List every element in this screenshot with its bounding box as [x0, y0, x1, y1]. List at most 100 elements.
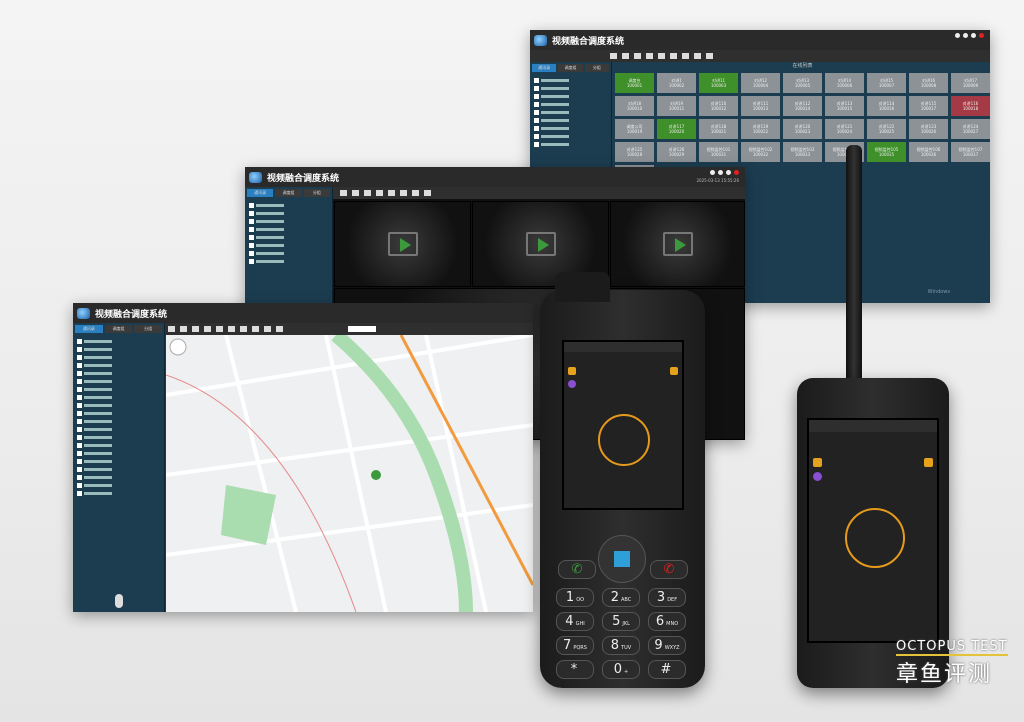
key-7[interactable]: 7 PQRS — [556, 636, 594, 655]
grid-tile[interactable]: 对讲114 100016 — [867, 96, 906, 116]
key-2[interactable]: 2 ABC — [602, 588, 640, 607]
grid-tile[interactable]: 视频监控102 100032 — [741, 142, 780, 162]
grid-tile[interactable]: 调度台 100001 — [615, 73, 654, 93]
tab-split[interactable]: 分组 — [584, 64, 609, 72]
tile-id: 100023 — [794, 129, 811, 134]
grid-tile[interactable]: 对讲15 100007 — [867, 73, 906, 93]
grid-tile[interactable]: 对讲119 100022 — [741, 119, 780, 139]
device-tree[interactable] — [245, 199, 332, 267]
grid-tile[interactable]: 对讲122 100025 — [867, 119, 906, 139]
key-*[interactable]: * — [556, 660, 594, 679]
tile-id: 100002 — [668, 83, 685, 88]
grid-tile[interactable]: 对讲118 100021 — [699, 119, 738, 139]
grid-tile[interactable]: 对讲13 100005 — [783, 73, 822, 93]
device-tree[interactable] — [530, 74, 611, 150]
lock-icon[interactable] — [726, 170, 731, 175]
ptt-button[interactable] — [845, 508, 905, 568]
tile-id: 100026 — [920, 129, 937, 134]
key-6[interactable]: 6 MNO — [648, 612, 686, 631]
key-digit: 3 — [656, 590, 666, 605]
microphone-icon[interactable] — [115, 594, 123, 608]
user-icon[interactable] — [963, 33, 968, 38]
device-tree[interactable] — [73, 335, 164, 499]
tile-id: 100017 — [920, 106, 937, 111]
tab-contacts[interactable]: 通讯录 — [75, 325, 103, 333]
grid-tile[interactable]: 视频监控101 100031 — [699, 142, 738, 162]
key-0[interactable]: 0 + — [602, 660, 640, 679]
grid-tile[interactable]: 对讲110 100012 — [699, 96, 738, 116]
end-call-button[interactable]: ✆ — [650, 560, 688, 579]
grid-tile[interactable]: 视频监控103 100033 — [783, 142, 822, 162]
grid-tile[interactable]: 对讲123 100026 — [909, 119, 948, 139]
tile-id: 100015 — [836, 106, 853, 111]
grid-tile[interactable]: 对讲19 100011 — [657, 96, 696, 116]
tile-id: 100029 — [668, 152, 685, 157]
settings-icon[interactable] — [955, 33, 960, 38]
key-letters: WXYZ — [664, 645, 680, 651]
user-icon[interactable] — [718, 170, 723, 175]
grid-tile[interactable]: 对讲120 100023 — [783, 119, 822, 139]
grid-tile[interactable]: 对讲115 100017 — [909, 96, 948, 116]
grid-tile[interactable]: 视频监控107 100037 — [951, 142, 990, 162]
tile-id: 100024 — [836, 129, 853, 134]
tile-id: 100036 — [920, 152, 937, 157]
power-icon[interactable] — [979, 33, 984, 38]
key-5[interactable]: 5 JKL — [602, 612, 640, 631]
grid-tile[interactable]: 对讲117 100020 — [657, 119, 696, 139]
grid-tile[interactable]: 对讲16 100008 — [909, 73, 948, 93]
tab-split[interactable]: 分组 — [303, 189, 330, 197]
grid-tile[interactable]: 调度公司 100019 — [615, 119, 654, 139]
tab-groups[interactable]: 调度组 — [558, 64, 583, 72]
app-logo-icon — [77, 307, 90, 319]
power-icon[interactable] — [734, 170, 739, 175]
tile-id: 100007 — [878, 83, 895, 88]
tile-id: 100008 — [920, 83, 937, 88]
grid-tile[interactable]: 对讲11 100003 — [699, 73, 738, 93]
key-8[interactable]: 8 TUV — [602, 636, 640, 655]
map-search-input[interactable] — [348, 326, 376, 332]
grid-tile[interactable]: 视频监控106 100036 — [909, 142, 948, 162]
dpad[interactable] — [598, 535, 646, 583]
tile-id: 100003 — [710, 83, 727, 88]
video-cell[interactable] — [610, 201, 745, 287]
phone-screen[interactable] — [562, 340, 684, 510]
tile-id: 100012 — [710, 106, 727, 111]
tile-id: 100009 — [962, 83, 979, 88]
tab-contacts[interactable]: 通讯录 — [532, 64, 557, 72]
grid-tile[interactable]: 对讲14 100006 — [825, 73, 864, 93]
key-4[interactable]: 4 GHI — [556, 612, 594, 631]
video-cell[interactable] — [334, 201, 471, 287]
key-#[interactable]: # — [648, 660, 686, 679]
grid-tile[interactable]: 对讲124 100027 — [951, 119, 990, 139]
grid-tile[interactable]: 对讲126 100029 — [657, 142, 696, 162]
key-letters: DEF — [667, 597, 678, 603]
tab-groups[interactable]: 调度组 — [275, 189, 302, 197]
tab-groups[interactable]: 调度组 — [104, 325, 133, 333]
grid-tile[interactable]: 对讲111 100013 — [741, 96, 780, 116]
grid-tile[interactable]: 对讲116 100018 — [951, 96, 990, 116]
grid-tile[interactable]: 对讲1 100002 — [657, 73, 696, 93]
tile-id: 100010 — [626, 106, 643, 111]
key-1[interactable]: 1 OO — [556, 588, 594, 607]
tile-id: 100018 — [962, 106, 979, 111]
key-9[interactable]: 9 WXYZ — [648, 636, 686, 655]
grid-tile[interactable]: 对讲121 100024 — [825, 119, 864, 139]
phone-screen[interactable] — [807, 418, 939, 643]
watermark-cn: 章鱼评测 — [896, 662, 993, 687]
settings-icon[interactable] — [710, 170, 715, 175]
grid-tile[interactable]: 对讲12 100004 — [741, 73, 780, 93]
tile-id: 100014 — [794, 106, 811, 111]
map-view[interactable] — [166, 335, 533, 612]
call-button[interactable]: ✆ — [558, 560, 596, 579]
grid-tile[interactable]: 对讲112 100014 — [783, 96, 822, 116]
tab-split[interactable]: 分组 — [134, 325, 163, 333]
key-3[interactable]: 3 DEF — [648, 588, 686, 607]
grid-tile[interactable]: 视频监控105 100035 — [867, 142, 906, 162]
ptt-button[interactable] — [598, 414, 650, 466]
tab-contacts[interactable]: 通讯录 — [247, 189, 274, 197]
grid-tile[interactable]: 对讲113 100015 — [825, 96, 864, 116]
lock-icon[interactable] — [971, 33, 976, 38]
grid-tile[interactable]: 对讲18 100010 — [615, 96, 654, 116]
grid-tile[interactable]: 对讲125 100028 — [615, 142, 654, 162]
grid-tile[interactable]: 对讲17 100009 — [951, 73, 990, 93]
